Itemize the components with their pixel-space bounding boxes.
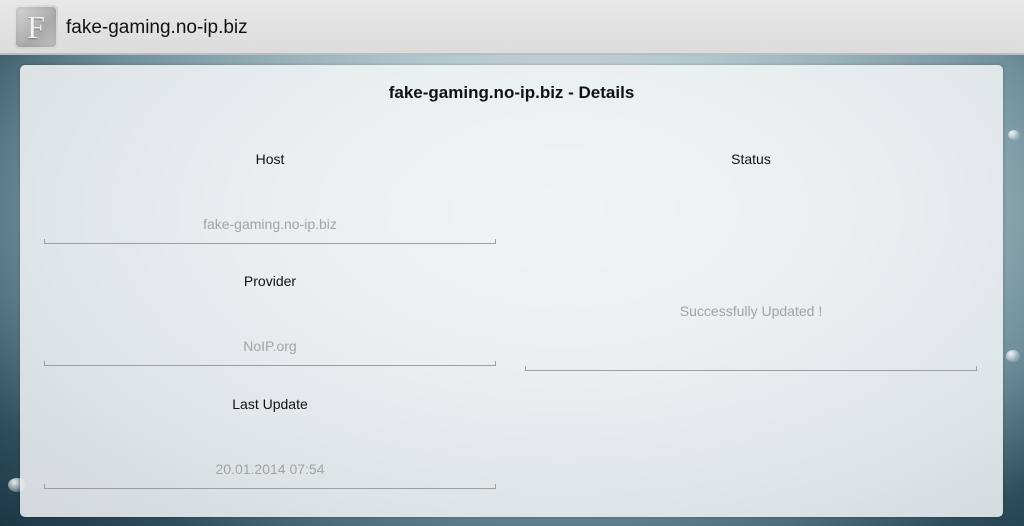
provider-field-edge-left bbox=[44, 361, 45, 366]
last-update-field-edge-right bbox=[495, 484, 496, 489]
last-update-field-edge-left bbox=[44, 484, 45, 489]
details-title: fake-gaming.no-ip.biz - Details bbox=[388, 83, 635, 102]
provider-label: Provider bbox=[243, 273, 297, 289]
status-field[interactable] bbox=[525, 251, 977, 371]
last-update-field[interactable] bbox=[44, 449, 496, 489]
background-droplet bbox=[1008, 130, 1020, 140]
background-droplet bbox=[1006, 350, 1020, 362]
host-field-edge-left bbox=[44, 239, 45, 244]
host-field-edge-right bbox=[495, 239, 496, 244]
status-label: Status bbox=[731, 151, 771, 167]
last-update-label: Last Update bbox=[232, 396, 308, 412]
provider-field-edge-right bbox=[495, 361, 496, 366]
app-logo-icon[interactable]: F bbox=[14, 5, 58, 49]
details-card: fake-gaming.no-ip.biz - Details Host Pro… bbox=[20, 65, 1003, 517]
provider-field[interactable] bbox=[44, 326, 496, 366]
action-bar: F fake-gaming.no-ip.biz bbox=[0, 0, 1024, 55]
app-logo-letter: F bbox=[27, 8, 45, 45]
app-title: fake-gaming.no-ip.biz bbox=[66, 17, 248, 38]
host-field[interactable] bbox=[44, 204, 496, 244]
host-label: Host bbox=[255, 151, 285, 167]
status-field-edge-left bbox=[525, 366, 526, 371]
status-field-edge-right bbox=[976, 366, 977, 371]
